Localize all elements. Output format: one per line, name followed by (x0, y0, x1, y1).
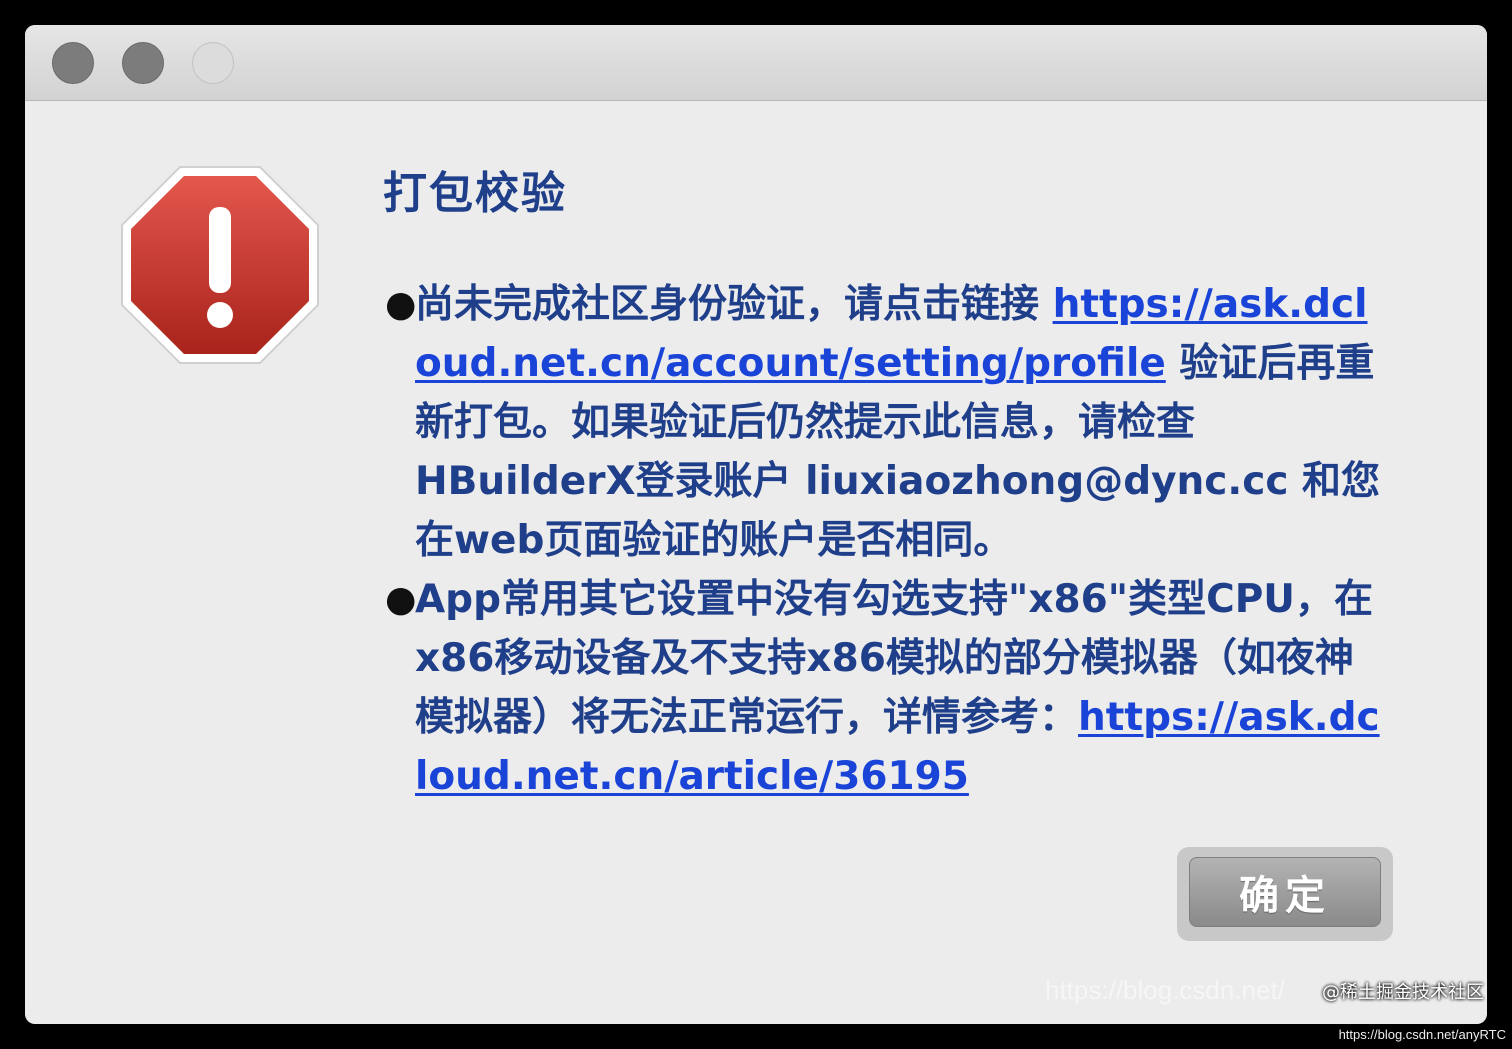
message-text-before: 尚未完成社区身份验证，请点击链接 (415, 282, 1053, 327)
zoom-icon (192, 42, 234, 84)
alert-dialog-window: 打包校验 ● 尚未完成社区身份验证，请点击链接 https://ask.dclo… (25, 25, 1487, 1024)
dialog-title: 打包校验 (383, 168, 567, 219)
list-item: ● App常用其它设置中没有勾选支持"x86"类型CPU，在x86移动设备及不支… (385, 570, 1385, 806)
minimize-icon[interactable] (122, 42, 164, 84)
stop-alert-icon (120, 165, 320, 365)
list-item: ● 尚未完成社区身份验证，请点击链接 https://ask.dcloud.ne… (385, 275, 1385, 570)
ok-button[interactable]: 确定 (1189, 857, 1381, 927)
message-list: ● 尚未完成社区身份验证，请点击链接 https://ask.dcloud.ne… (385, 275, 1385, 806)
watermark-overlay: https://blog.csdn.net/ (1045, 975, 1285, 1005)
watermark-badge: @稀土掘金技术社区 (1322, 982, 1484, 1003)
close-icon[interactable] (52, 42, 94, 84)
ok-button-focus-ring: 确定 (1177, 847, 1393, 941)
watermark-url: https://blog.csdn.net/anyRTC (1338, 1027, 1506, 1042)
bullet-icon: ● (385, 284, 417, 325)
title-bar (25, 25, 1487, 101)
bullet-icon: ● (385, 579, 417, 620)
